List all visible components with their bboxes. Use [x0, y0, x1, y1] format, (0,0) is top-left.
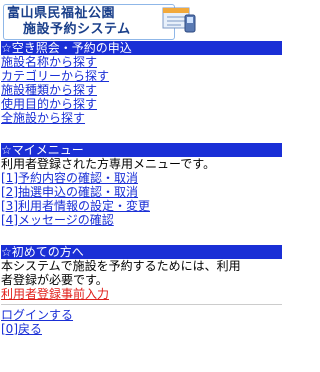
mymenu-description: 利用者登録された方専用メニューです。: [1, 157, 216, 171]
list-item: [4]メッセージの確認: [1, 213, 282, 227]
link-message-check[interactable]: [4]メッセージの確認: [1, 213, 114, 227]
list-item: 施設名称から探す: [1, 55, 282, 69]
mymenu-link-list: [1]予約内容の確認・取消 [2]抽選申込の確認・取消 [3]利用者情報の設定・…: [1, 171, 282, 227]
footer-link-list: ログインする [0]戻る: [1, 308, 282, 336]
list-item: カテゴリーから探す: [1, 69, 282, 83]
firsttime-description-line1: 本システムで施設を予約するためには、利用: [1, 259, 241, 273]
list-item: 施設種類から探す: [1, 83, 282, 97]
list-item: [2]抽選申込の確認・取消: [1, 185, 282, 199]
banner-title-line2: 施設予約システム: [23, 22, 131, 37]
banner-title-box: 富山県民福祉公園 施設予約システム: [3, 4, 175, 40]
list-item: [1]予約内容の確認・取消: [1, 171, 282, 185]
divider: [1, 304, 282, 305]
firsttime-description-line2: 者登録が必要です。: [1, 273, 108, 287]
list-item: 全施設から探す: [1, 111, 282, 125]
list-item: 使用目的から探す: [1, 97, 282, 111]
banner-title-line1: 富山県民福祉公園: [7, 6, 116, 21]
back-link[interactable]: [0]戻る: [1, 322, 42, 336]
link-user-settings[interactable]: [3]利用者情報の設定・変更: [1, 199, 150, 213]
login-link[interactable]: ログインする: [1, 308, 73, 322]
list-item: [3]利用者情報の設定・変更: [1, 199, 282, 213]
list-item: [0]戻る: [1, 322, 282, 336]
link-search-by-facility-type[interactable]: 施設種類から探す: [1, 83, 97, 97]
section-header-firsttime: ☆初めての方へ: [1, 245, 282, 259]
link-search-all-facilities[interactable]: 全施設から探す: [1, 111, 85, 125]
mobile-page: 富山県民福祉公園 施設予約システム ☆空き照会・予約の申込 施設名称から探す カ…: [0, 3, 283, 372]
booking-illustration-icon: [162, 7, 196, 33]
list-item: ログインする: [1, 308, 282, 322]
link-search-by-category[interactable]: カテゴリーから探す: [1, 69, 109, 83]
section-header-mymenu: ☆マイメニュー: [1, 143, 282, 157]
link-reservation-check[interactable]: [1]予約内容の確認・取消: [1, 171, 138, 185]
link-lottery-check[interactable]: [2]抽選申込の確認・取消: [1, 185, 138, 199]
link-search-by-purpose[interactable]: 使用目的から探す: [1, 97, 97, 111]
search-link-list: 施設名称から探す カテゴリーから探す 施設種類から探す 使用目的から探す 全施設…: [1, 55, 282, 125]
section-header-search: ☆空き照会・予約の申込: [1, 41, 282, 55]
user-registration-link[interactable]: 利用者登録事前入力: [1, 287, 109, 301]
site-banner: 富山県民福祉公園 施設予約システム: [1, 3, 201, 40]
link-search-by-facility-name[interactable]: 施設名称から探す: [1, 55, 97, 69]
